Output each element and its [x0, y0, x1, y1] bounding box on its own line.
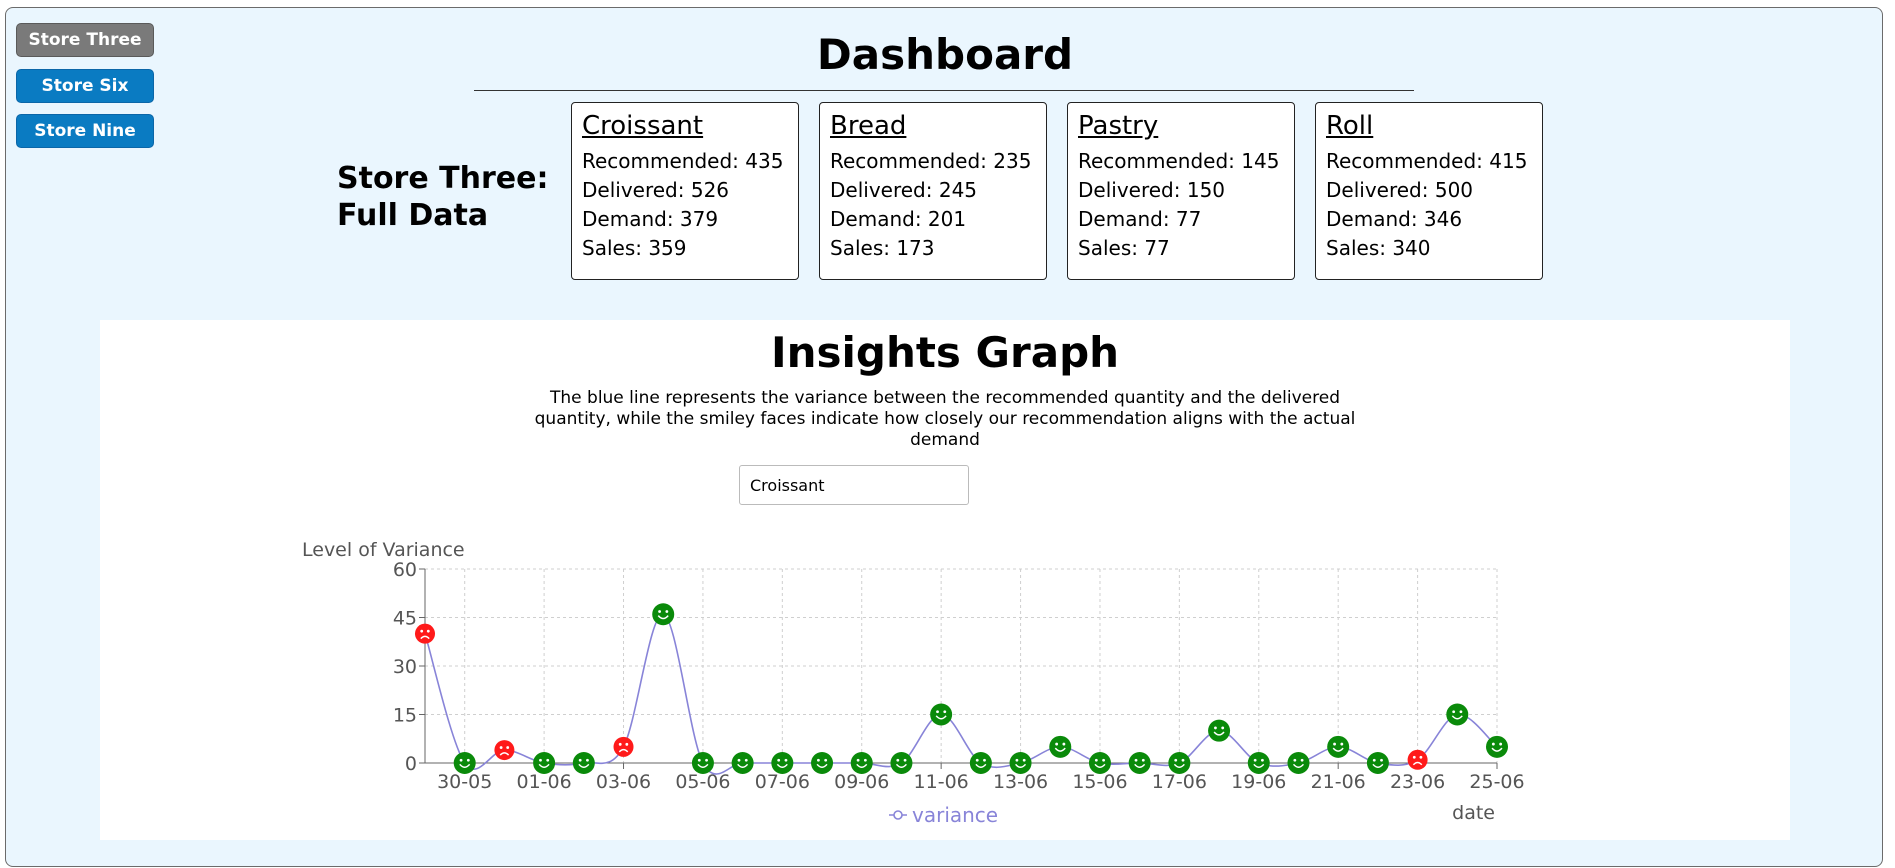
x-tick-label: 30-05	[437, 771, 492, 793]
legend-label: variance	[912, 803, 998, 827]
x-tick-label: 17-06	[1152, 771, 1207, 793]
happy-face-icon	[1049, 735, 1072, 758]
sad-face-icon	[415, 623, 435, 644]
happy-face-icon	[811, 752, 834, 774]
happy-face-icon	[850, 752, 873, 774]
happy-face-icon	[1168, 752, 1191, 774]
happy-face-icon	[930, 703, 953, 726]
y-tick-label: 30	[393, 656, 417, 678]
happy-face-icon	[453, 752, 476, 774]
happy-face-icon	[1287, 752, 1310, 774]
happy-face-icon	[890, 752, 913, 774]
happy-face-icon	[1366, 752, 1389, 774]
x-axis-label: date	[1452, 802, 1495, 824]
x-tick-label: 19-06	[1231, 771, 1286, 793]
y-axis-label: Level of Variance	[302, 539, 465, 561]
x-tick-label: 13-06	[993, 771, 1048, 793]
happy-face-icon	[652, 603, 675, 626]
happy-face-icon	[533, 752, 556, 774]
y-tick-label: 45	[393, 608, 417, 630]
x-tick-label: 07-06	[755, 771, 810, 793]
happy-face-icon	[1208, 719, 1231, 742]
x-tick-label: 23-06	[1390, 771, 1445, 793]
happy-face-icon	[771, 752, 794, 774]
legend-marker	[893, 810, 903, 820]
x-tick-label: 01-06	[517, 771, 572, 793]
happy-face-icon	[1009, 752, 1032, 774]
x-tick-label: 03-06	[596, 771, 651, 793]
happy-face-icon	[1446, 703, 1469, 726]
sad-face-icon	[494, 740, 515, 761]
happy-face-icon	[691, 752, 714, 774]
happy-face-icon	[572, 752, 595, 774]
x-tick-label: 09-06	[834, 771, 889, 793]
happy-face-icon	[1088, 752, 1111, 774]
variance-chart: 0 15 30 45 60 30-05 01-06 03-06 05-06 07-06 09-06 1…	[302, 539, 1525, 827]
happy-face-icon	[731, 752, 754, 774]
x-tick-label: 25-06	[1469, 771, 1524, 793]
sad-face-icon	[1407, 749, 1428, 770]
x-tick-label: 11-06	[914, 771, 969, 793]
x-tick-label: 05-06	[675, 771, 730, 793]
app-frame: Store Three Store Six Store Nine Dashboa…	[5, 7, 1883, 867]
x-tick-label: 21-06	[1311, 771, 1366, 793]
x-tick-label: 15-06	[1072, 771, 1127, 793]
y-tick-label: 60	[393, 559, 417, 581]
happy-face-icon	[1327, 735, 1350, 758]
y-tick-label: 15	[393, 705, 417, 727]
happy-face-icon	[969, 752, 992, 774]
happy-face-icon	[1247, 752, 1270, 774]
y-tick-label: 0	[405, 753, 417, 775]
happy-face-icon	[1486, 735, 1508, 758]
happy-face-icon	[1128, 752, 1151, 774]
sad-face-icon	[613, 736, 634, 757]
